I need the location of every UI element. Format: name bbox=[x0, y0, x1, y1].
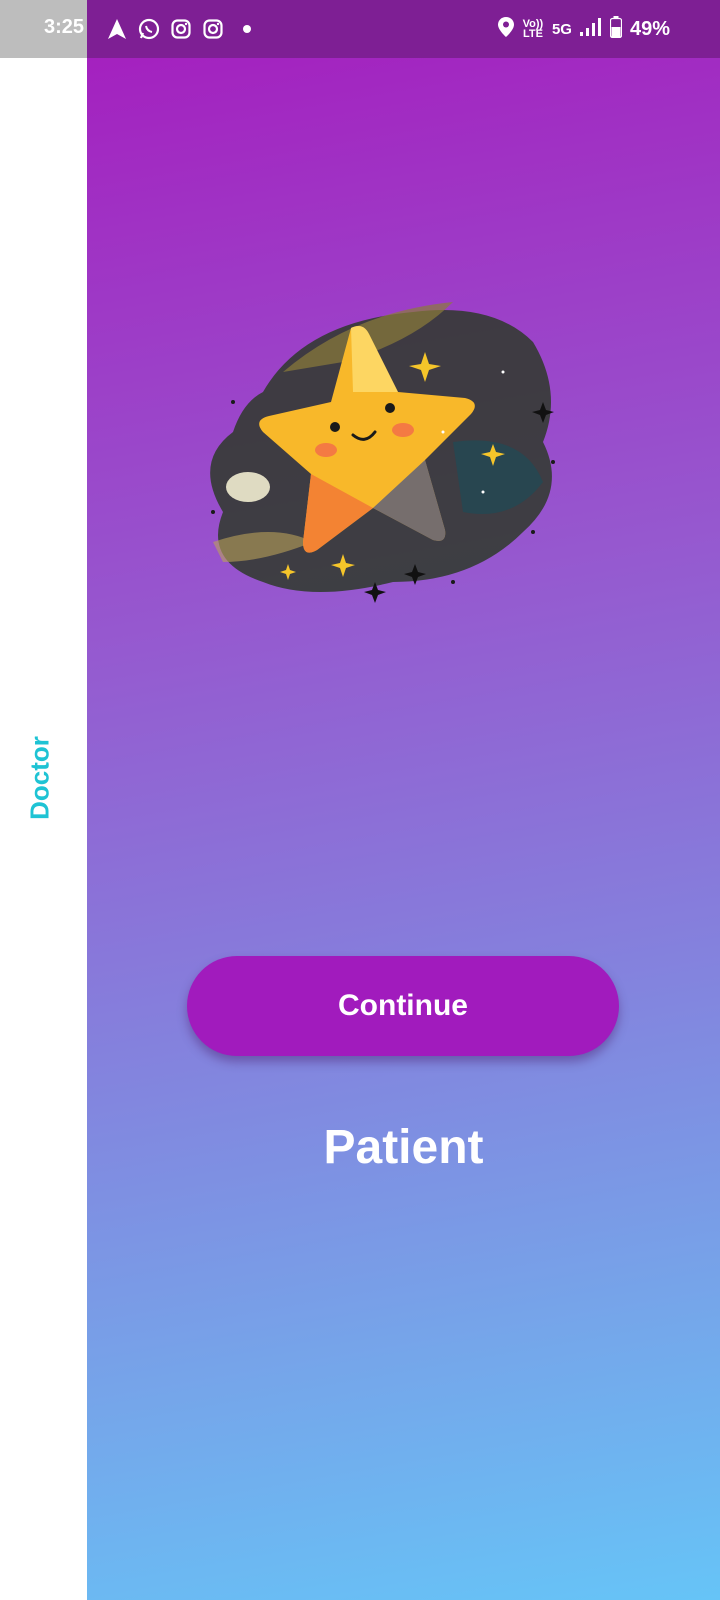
instagram-icon bbox=[202, 18, 224, 40]
main-panel: Continue Patient bbox=[87, 58, 720, 1600]
role-sidebar: Doctor bbox=[0, 58, 87, 1600]
navigation-icon bbox=[106, 18, 128, 40]
location-icon bbox=[497, 16, 514, 42]
network-type: 5G bbox=[551, 20, 572, 38]
status-bar: 3:25 Vo)) LTE 5G 49% bbox=[0, 0, 720, 58]
signal-icon bbox=[579, 17, 602, 42]
volte-indicator: Vo)) LTE bbox=[522, 18, 544, 40]
status-time: 3:25 bbox=[44, 16, 85, 38]
star-icon bbox=[193, 282, 573, 622]
status-right-group: Vo)) LTE 5G 49% bbox=[497, 0, 670, 58]
battery-icon bbox=[609, 15, 623, 43]
notification-dot-icon bbox=[236, 18, 258, 40]
doctor-tab[interactable]: Doctor bbox=[25, 736, 56, 820]
instagram-icon bbox=[170, 18, 192, 40]
continue-button[interactable]: Continue bbox=[187, 956, 619, 1056]
battery-percentage: 49% bbox=[629, 17, 670, 40]
whatsapp-icon bbox=[138, 18, 160, 40]
patient-role-label[interactable]: Patient bbox=[87, 1120, 720, 1175]
